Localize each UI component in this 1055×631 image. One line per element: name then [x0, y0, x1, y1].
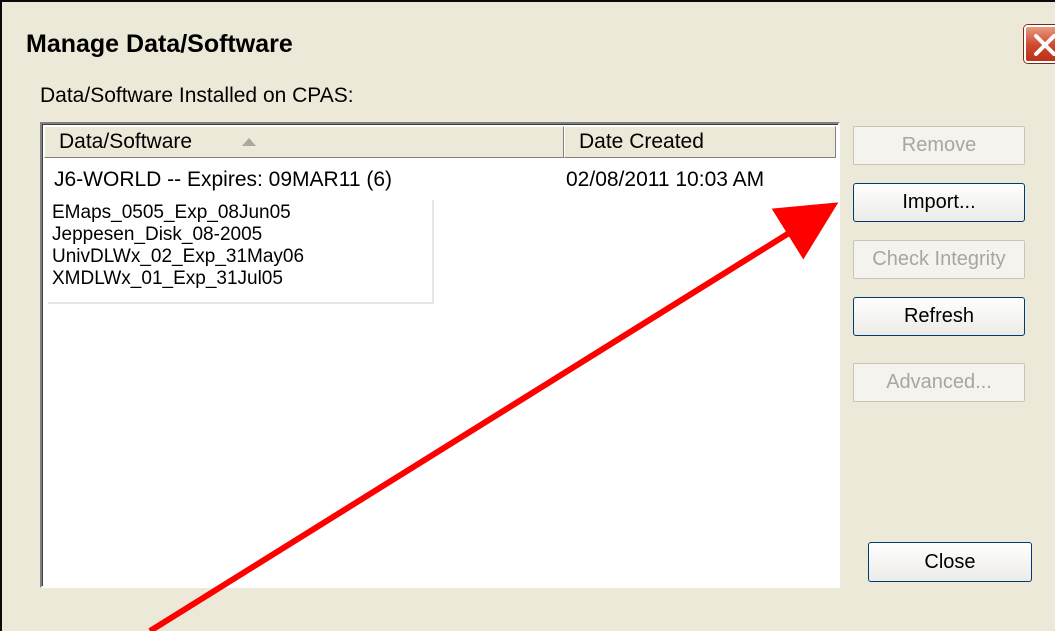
red-arrow-line	[148, 202, 839, 631]
annotation-arrow	[148, 202, 839, 631]
